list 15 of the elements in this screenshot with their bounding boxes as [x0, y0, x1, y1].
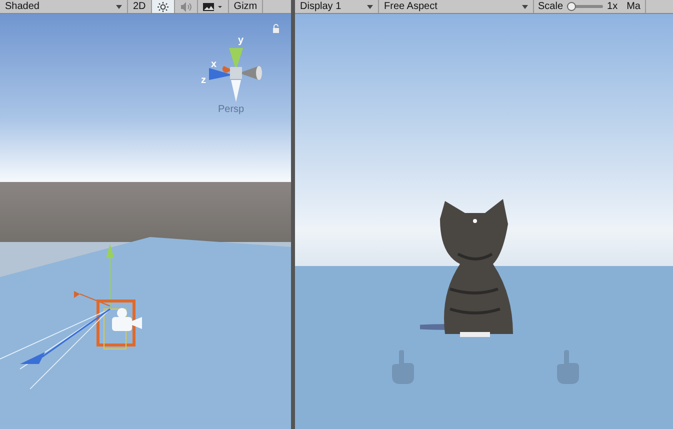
picture-icon	[202, 2, 223, 12]
sun-icon	[156, 2, 169, 12]
hand-icon	[390, 349, 416, 385]
caret-icon	[367, 4, 373, 8]
axis-label: z	[201, 76, 206, 86]
lighting-toggle[interactable]	[152, 0, 175, 13]
scale-slider[interactable]	[567, 5, 604, 8]
caret-icon	[522, 4, 528, 8]
axis-label: x	[211, 60, 217, 70]
lock-icon[interactable]	[272, 24, 280, 33]
hand-icon	[555, 349, 581, 385]
caret-icon	[116, 4, 122, 8]
scale-label: Scale	[537, 1, 564, 12]
scale-value: 1x	[606, 1, 619, 12]
axis-label: y	[238, 36, 244, 46]
